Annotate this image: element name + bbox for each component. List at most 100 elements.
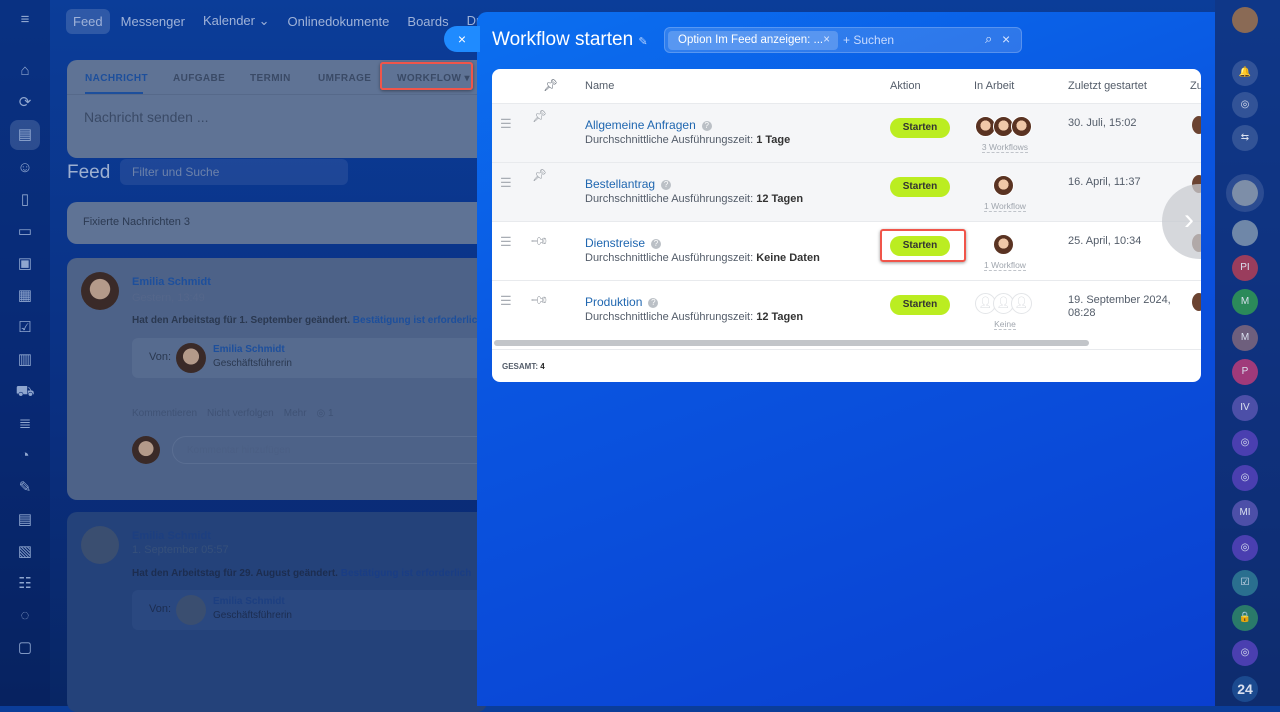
inventory-icon[interactable]: ▤ <box>13 508 37 532</box>
sign-icon[interactable]: ✎ <box>13 476 37 500</box>
help-icon[interactable]: ◌ <box>13 604 37 628</box>
right-sidebar-item[interactable]: ☑ <box>1232 570 1258 596</box>
drag-handle-icon[interactable]: ☰ <box>500 293 512 309</box>
nav-messenger[interactable]: Messenger <box>114 9 192 34</box>
post-author[interactable]: Emilia Schmidt <box>132 276 211 288</box>
nav-feed[interactable]: Feed <box>66 8 110 34</box>
clear-icon[interactable]: × <box>1002 31 1010 47</box>
sites-icon[interactable]: ▣ <box>13 252 37 276</box>
more-link[interactable]: Mehr <box>284 408 307 419</box>
right-sidebar-item[interactable]: ◎ <box>1232 640 1258 666</box>
help-icon[interactable]: ? <box>701 121 712 131</box>
nav-onlinedokumente[interactable]: Onlinedokumente <box>281 9 397 34</box>
avatar[interactable] <box>1226 174 1264 212</box>
workflow-count[interactable]: 3 Workflows <box>970 142 1040 153</box>
workflow-name[interactable]: Allgemeine Anfragen? <box>585 118 712 132</box>
home-icon[interactable]: ⌂ <box>13 59 37 83</box>
help-icon[interactable]: ? <box>651 239 662 249</box>
start-button[interactable]: Starten <box>890 177 950 197</box>
post-link[interactable]: Bestätigung ist erforderlich <box>353 315 484 326</box>
calendar-icon[interactable]: ▦ <box>13 284 37 308</box>
column-cut-off[interactable]: Zu <box>1190 80 1201 92</box>
pin-icon[interactable]: 📌︎ <box>529 231 550 252</box>
group-icon[interactable]: ☷ <box>13 572 37 596</box>
right-sidebar-item[interactable]: ⇆ <box>1232 125 1258 151</box>
workflow-name[interactable]: Produktion? <box>585 295 659 309</box>
from-name[interactable]: Emilia Schmidt <box>213 344 285 355</box>
close-slider-button[interactable]: × <box>444 26 480 52</box>
analytics-icon[interactable]: ▥ <box>13 348 37 372</box>
from-name[interactable]: Emilia Schmidt <box>213 596 285 607</box>
right-sidebar-item[interactable]: ◎ <box>1232 430 1258 456</box>
avatar[interactable] <box>993 234 1014 255</box>
drag-handle-icon[interactable]: ☰ <box>500 116 512 132</box>
post-link[interactable]: Bestätigung ist erforderlich <box>341 568 472 579</box>
comment-link[interactable]: Kommentieren <box>132 408 197 419</box>
document-icon[interactable]: ▯ <box>13 188 37 212</box>
right-sidebar-item[interactable]: PI <box>1232 255 1258 281</box>
unfollow-link[interactable]: Nicht verfolgen <box>207 408 274 419</box>
tab-termin[interactable]: TERMIN <box>250 73 291 84</box>
feed-search-input[interactable]: Filter und Suche <box>120 159 348 185</box>
avatar[interactable] <box>1232 220 1258 246</box>
crm-icon[interactable]: ▭ <box>13 220 37 244</box>
tab-umfrage[interactable]: UMFRAGE <box>318 73 371 84</box>
search-input[interactable]: + Suchen <box>843 33 894 47</box>
start-button[interactable]: Starten <box>890 118 950 138</box>
horizontal-scrollbar[interactable] <box>494 340 1089 346</box>
column-aktion[interactable]: Aktion <box>890 80 921 92</box>
shop-icon[interactable]: ⛟ <box>13 380 37 404</box>
right-sidebar-item[interactable]: ◎ <box>1232 92 1258 118</box>
comment-input[interactable]: Kommentar hinzufügen <box>172 436 492 464</box>
right-sidebar-item[interactable]: ◎ <box>1232 535 1258 561</box>
tasks-icon[interactable]: ☑ <box>13 316 37 340</box>
pin-title-icon[interactable]: ✎ <box>638 36 647 48</box>
post-author[interactable]: Emilia Schmidt <box>132 530 211 542</box>
tab-nachricht[interactable]: NACHRICHT <box>85 73 148 84</box>
filter-icon[interactable]: ≣ <box>13 412 37 436</box>
right-sidebar-item[interactable]: ◎ <box>1232 465 1258 491</box>
pin-icon[interactable]: 📌︎ <box>532 168 547 182</box>
help-icon[interactable]: ? <box>661 180 672 190</box>
workflow-name[interactable]: Bestellantrag? <box>585 177 672 191</box>
right-sidebar-item[interactable]: 🔔 <box>1232 60 1258 86</box>
pin-icon[interactable]: 📌︎ <box>532 109 547 123</box>
menu-icon[interactable]: ≡ <box>13 8 37 32</box>
avatar[interactable] <box>993 175 1014 196</box>
right-sidebar-item[interactable]: 24 <box>1232 676 1258 702</box>
workflow-name[interactable]: Dienstreise? <box>585 236 662 250</box>
pinned-messages[interactable]: Fixierte Nachrichten 3 <box>67 202 487 244</box>
collab-icon[interactable]: ⟳ <box>13 91 37 115</box>
column-in-arbeit[interactable]: In Arbeit <box>974 80 1014 92</box>
feed-icon[interactable]: ▤ <box>10 120 40 150</box>
column-name[interactable]: Name <box>585 80 614 92</box>
avatar[interactable] <box>1011 116 1032 137</box>
remove-chip-icon[interactable]: × <box>823 31 830 50</box>
more-icon[interactable]: ▢ <box>13 636 37 660</box>
filter-search[interactable]: Option Im Feed anzeigen: ... × + Suchen ⌕… <box>664 27 1022 53</box>
tab-aufgabe[interactable]: AUFGABE <box>173 73 225 84</box>
drag-handle-icon[interactable]: ☰ <box>500 175 512 191</box>
search-icon[interactable]: ⌕ <box>985 31 992 47</box>
contacts-icon[interactable]: ▧ <box>13 540 37 564</box>
avatar[interactable] <box>1232 7 1258 33</box>
right-sidebar-item[interactable]: M <box>1232 289 1258 315</box>
pin-icon[interactable]: 📌︎ <box>529 290 550 311</box>
drag-handle-icon[interactable]: ☰ <box>500 234 512 250</box>
column-zuletzt-gestartet[interactable]: Zuletzt gestartet <box>1068 80 1147 92</box>
right-sidebar-item[interactable]: P <box>1232 359 1258 385</box>
right-sidebar-item[interactable]: 🔒 <box>1232 605 1258 631</box>
nav-kalender[interactable]: Kalender ⌄ <box>196 8 277 34</box>
team-icon[interactable]: ☺ <box>13 156 37 180</box>
workflow-count[interactable]: 1 Workflow <box>970 260 1040 271</box>
workflow-count[interactable]: 1 Workflow <box>970 201 1040 212</box>
start-button[interactable]: Starten <box>890 295 950 315</box>
pin-column-icon[interactable]: 📌︎ <box>543 78 558 92</box>
filter-chip[interactable]: Option Im Feed anzeigen: ... × <box>668 31 838 50</box>
right-sidebar-item[interactable]: M <box>1232 325 1258 351</box>
help-icon[interactable]: ? <box>648 298 659 308</box>
message-input[interactable]: Nachricht senden ... <box>84 109 209 125</box>
right-sidebar-item[interactable]: MI <box>1232 500 1258 526</box>
automation-icon[interactable]: ◔ <box>13 444 37 468</box>
right-sidebar-item[interactable]: IV <box>1232 395 1258 421</box>
